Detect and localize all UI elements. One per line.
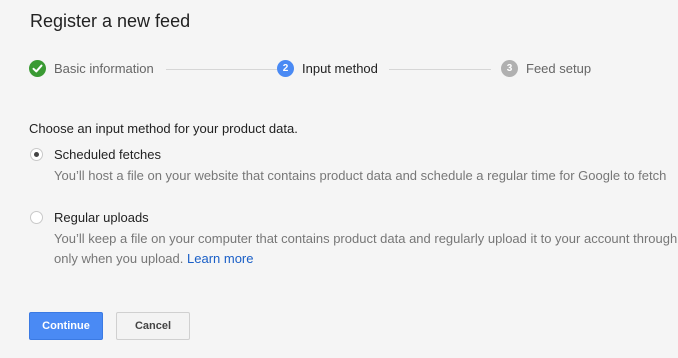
progress-stepper: Basic information 2 Input method 3 Feed … bbox=[29, 60, 669, 80]
step-number: 3 bbox=[501, 60, 518, 77]
page-title: Register a new feed bbox=[30, 11, 191, 31]
step-number: 2 bbox=[277, 60, 294, 77]
step-label: Basic information bbox=[54, 61, 154, 76]
step-feed-setup: 3 Feed setup bbox=[501, 60, 591, 77]
step-label: Feed setup bbox=[526, 61, 592, 76]
input-method-prompt: Choose an input method for your product … bbox=[29, 121, 298, 136]
option-description-line-1: You’ll keep a file on your computer that… bbox=[54, 231, 678, 246]
option-description: You’ll keep a file on your computer that… bbox=[54, 229, 678, 269]
radio-scheduled-fetches[interactable] bbox=[30, 148, 43, 161]
step-connector-1 bbox=[166, 69, 294, 70]
option-description-line-2: only when you upload. bbox=[54, 251, 184, 266]
step-connector-2 bbox=[389, 69, 491, 70]
cancel-button[interactable]: Cancel bbox=[116, 312, 190, 340]
option-label[interactable]: Regular uploads bbox=[54, 210, 149, 225]
continue-button[interactable]: Continue bbox=[29, 312, 103, 340]
option-description: You’ll host a file on your website that … bbox=[54, 166, 678, 186]
register-feed-page: Register a new feed Basic information 2 … bbox=[0, 0, 678, 358]
option-label[interactable]: Scheduled fetches bbox=[54, 147, 161, 162]
step-input-method: 2 Input method bbox=[277, 60, 378, 77]
learn-more-link[interactable]: Learn more bbox=[187, 251, 253, 266]
check-icon bbox=[29, 60, 46, 77]
option-description-line-2-container: only when you upload. Learn more bbox=[54, 249, 678, 269]
step-basic-information: Basic information bbox=[29, 60, 154, 77]
radio-regular-uploads[interactable] bbox=[30, 211, 43, 224]
option-description-text: You’ll host a file on your website that … bbox=[54, 168, 667, 183]
step-label: Input method bbox=[302, 61, 378, 76]
